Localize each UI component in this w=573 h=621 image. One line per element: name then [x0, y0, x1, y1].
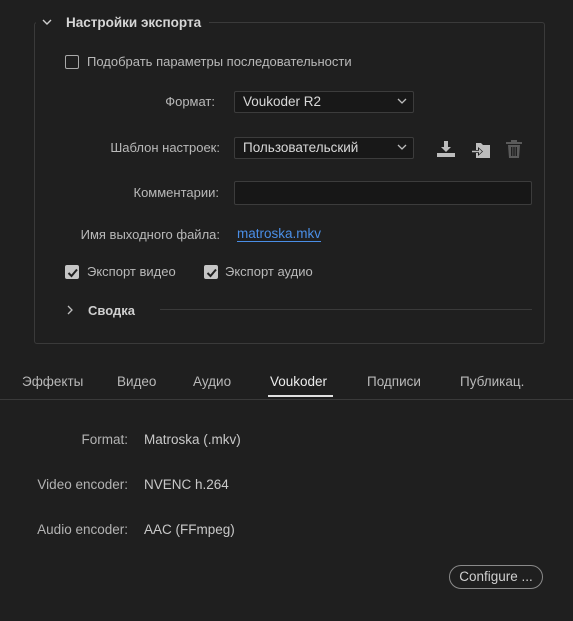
- export-audio-checkbox[interactable]: [204, 265, 218, 279]
- export-video-checkbox[interactable]: [65, 265, 79, 279]
- chevron-down-icon[interactable]: [36, 11, 58, 33]
- preset-label: Шаблон настроек:: [110, 140, 220, 155]
- tab-effects[interactable]: Эффекты: [22, 374, 83, 389]
- format-dropdown[interactable]: Voukoder R2: [234, 91, 414, 113]
- tab-captions[interactable]: Подписи: [367, 374, 421, 389]
- export-settings-header[interactable]: Настройки экспорта: [36, 10, 210, 34]
- match-sequence-label: Подобрать параметры последовательности: [87, 54, 352, 69]
- import-preset-icon[interactable]: [470, 139, 492, 161]
- tab-audio[interactable]: Аудио: [193, 374, 231, 389]
- video-encoder-value: NVENC h.264: [144, 477, 229, 492]
- audio-encoder-label: Audio encoder:: [37, 522, 128, 537]
- match-sequence-checkbox[interactable]: [65, 55, 79, 69]
- export-video-label: Экспорт видео: [87, 264, 176, 279]
- tab-voukoder[interactable]: Voukoder: [270, 374, 327, 389]
- format-label: Формат:: [165, 94, 215, 109]
- comments-field[interactable]: [234, 181, 532, 205]
- output-name-link[interactable]: matroska.mkv: [237, 226, 321, 241]
- video-encoder-label: Video encoder:: [37, 477, 128, 492]
- summary-title: Сводка: [88, 302, 135, 318]
- chevron-down-icon: [397, 144, 407, 150]
- tab-publish[interactable]: Публикац.: [460, 374, 524, 389]
- output-name-label: Имя выходного файла:: [80, 227, 220, 242]
- tab-video[interactable]: Видео: [117, 374, 156, 389]
- configure-button[interactable]: Configure ...: [449, 565, 543, 589]
- chevron-right-icon: [67, 305, 73, 315]
- preset-dropdown[interactable]: Пользовательский: [234, 137, 414, 159]
- preset-dropdown-value: Пользовательский: [243, 140, 359, 155]
- export-settings-title: Настройки экспорта: [66, 14, 202, 30]
- voukoder-format-label: Format:: [81, 432, 128, 447]
- delete-preset-icon[interactable]: [503, 138, 525, 160]
- summary-divider: [160, 309, 532, 310]
- export-settings-panel: Настройки экспорта Подобрать параметры п…: [0, 0, 573, 621]
- summary-toggle[interactable]: Сводка: [66, 300, 135, 320]
- chevron-down-icon: [397, 98, 407, 104]
- format-dropdown-value: Voukoder R2: [243, 94, 322, 109]
- audio-encoder-value: AAC (FFmpeg): [144, 522, 235, 537]
- comments-label: Комментарии:: [133, 185, 220, 200]
- export-audio-label: Экспорт аудио: [225, 264, 313, 279]
- active-tab-indicator: [268, 395, 333, 397]
- save-preset-icon[interactable]: [435, 138, 457, 160]
- voukoder-format-value: Matroska (.mkv): [144, 432, 241, 447]
